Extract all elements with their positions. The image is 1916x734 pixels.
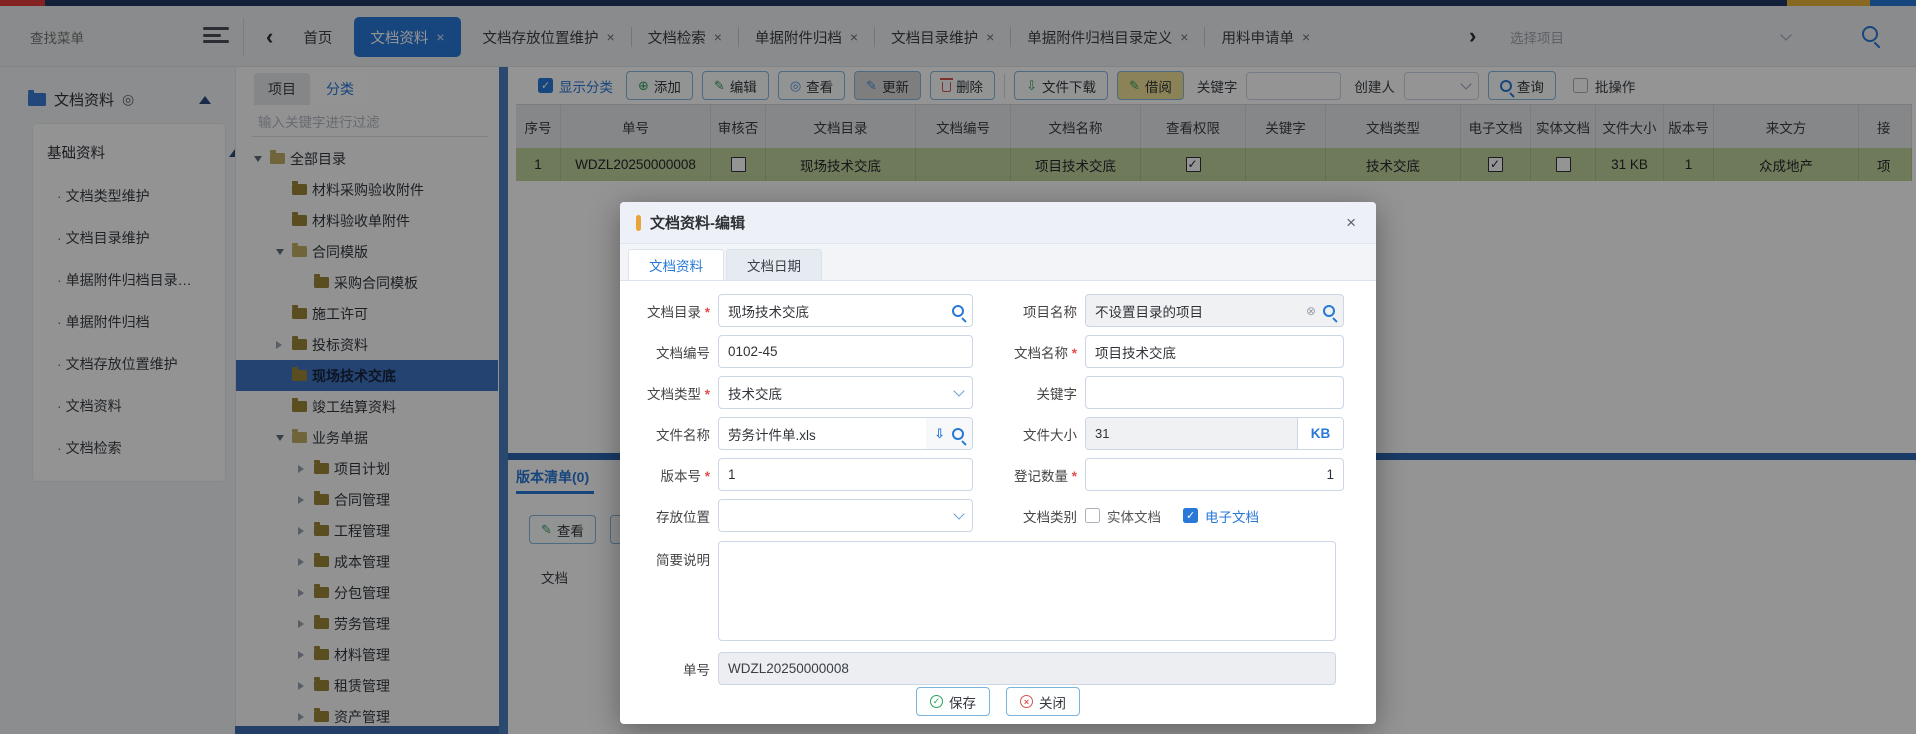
doc-type-label: 文档类型 (647, 387, 710, 402)
keyword-label: 关键字 (991, 383, 1077, 403)
checkbox-unchecked-icon[interactable] (1085, 508, 1100, 523)
doc-type-select[interactable]: 技术交底 (718, 376, 973, 409)
project-field: ⊗ (1085, 294, 1344, 327)
modal-keyword-input[interactable] (1085, 376, 1344, 409)
modal-title: 文档资料-编辑 (650, 212, 745, 233)
category-group: 实体文档 电子文档 (1085, 506, 1259, 526)
doc-dir-label: 文档目录 (647, 305, 710, 320)
close-circle-icon: × (1020, 695, 1033, 708)
summary-label: 简要说明 (620, 541, 710, 569)
modal-close-icon[interactable]: × (1342, 211, 1360, 235)
doc-dir-field (718, 294, 973, 327)
close-button[interactable]: ×关闭 (1006, 687, 1080, 716)
bill-no-input[interactable] (718, 652, 1336, 685)
search-icon[interactable] (952, 428, 964, 440)
search-icon[interactable] (1323, 305, 1335, 317)
location-select[interactable] (718, 499, 973, 532)
clear-icon[interactable]: ⊗ (1306, 304, 1316, 318)
doc-name-input[interactable] (1085, 335, 1344, 368)
file-size-unit: KB (1297, 418, 1343, 449)
modal-tab-doc-date[interactable]: 文档日期 (726, 249, 822, 280)
modal-form: 文档目录 项目名称 ⊗ 文档编号 文档名称 文档类型 技术交底 (620, 281, 1376, 685)
doc-name-label: 文档名称 (1014, 346, 1077, 361)
version-input[interactable] (718, 458, 973, 491)
title-flag-icon (636, 215, 641, 231)
modal-tabs: 文档资料 文档日期 (620, 244, 1376, 281)
category-label: 文档类别 (991, 506, 1077, 526)
summary-textarea[interactable] (718, 541, 1336, 641)
qty-label: 登记数量 (1014, 469, 1077, 484)
file-size-label: 文件大小 (991, 424, 1077, 444)
file-name-label: 文件名称 (620, 424, 710, 444)
doc-code-input[interactable] (718, 335, 973, 368)
bill-no-label: 单号 (620, 659, 710, 679)
qty-input[interactable] (1085, 458, 1344, 491)
search-icon[interactable] (952, 305, 964, 317)
check-circle-icon: ✓ (930, 695, 943, 708)
location-label: 存放位置 (620, 506, 710, 526)
file-size-value[interactable]: 31 (1086, 418, 1297, 449)
save-button[interactable]: ✓保存 (916, 687, 990, 716)
chevron-down-icon (953, 508, 964, 519)
chevron-down-icon (953, 385, 964, 396)
checkbox-checked-icon[interactable] (1183, 508, 1198, 523)
download-icon[interactable]: ⇩ (934, 426, 945, 442)
doc-dir-input[interactable] (718, 294, 973, 327)
project-label: 项目名称 (991, 301, 1077, 321)
version-label: 版本号 (660, 469, 710, 484)
electronic-doc-checkbox[interactable]: 电子文档 (1183, 506, 1259, 526)
edit-document-modal: 文档资料-编辑 × 文档资料 文档日期 文档目录 项目名称 ⊗ 文档编号 (620, 202, 1376, 724)
file-name-field: ⇩ (718, 417, 973, 450)
modal-footer: ✓保存 ×关闭 (620, 687, 1376, 716)
file-size-field: 31 KB (1085, 417, 1344, 450)
doc-code-label: 文档编号 (620, 342, 710, 362)
modal-tab-doc-data[interactable]: 文档资料 (628, 249, 724, 280)
modal-header: 文档资料-编辑 × (620, 202, 1376, 244)
physical-doc-checkbox[interactable]: 实体文档 (1085, 506, 1161, 526)
